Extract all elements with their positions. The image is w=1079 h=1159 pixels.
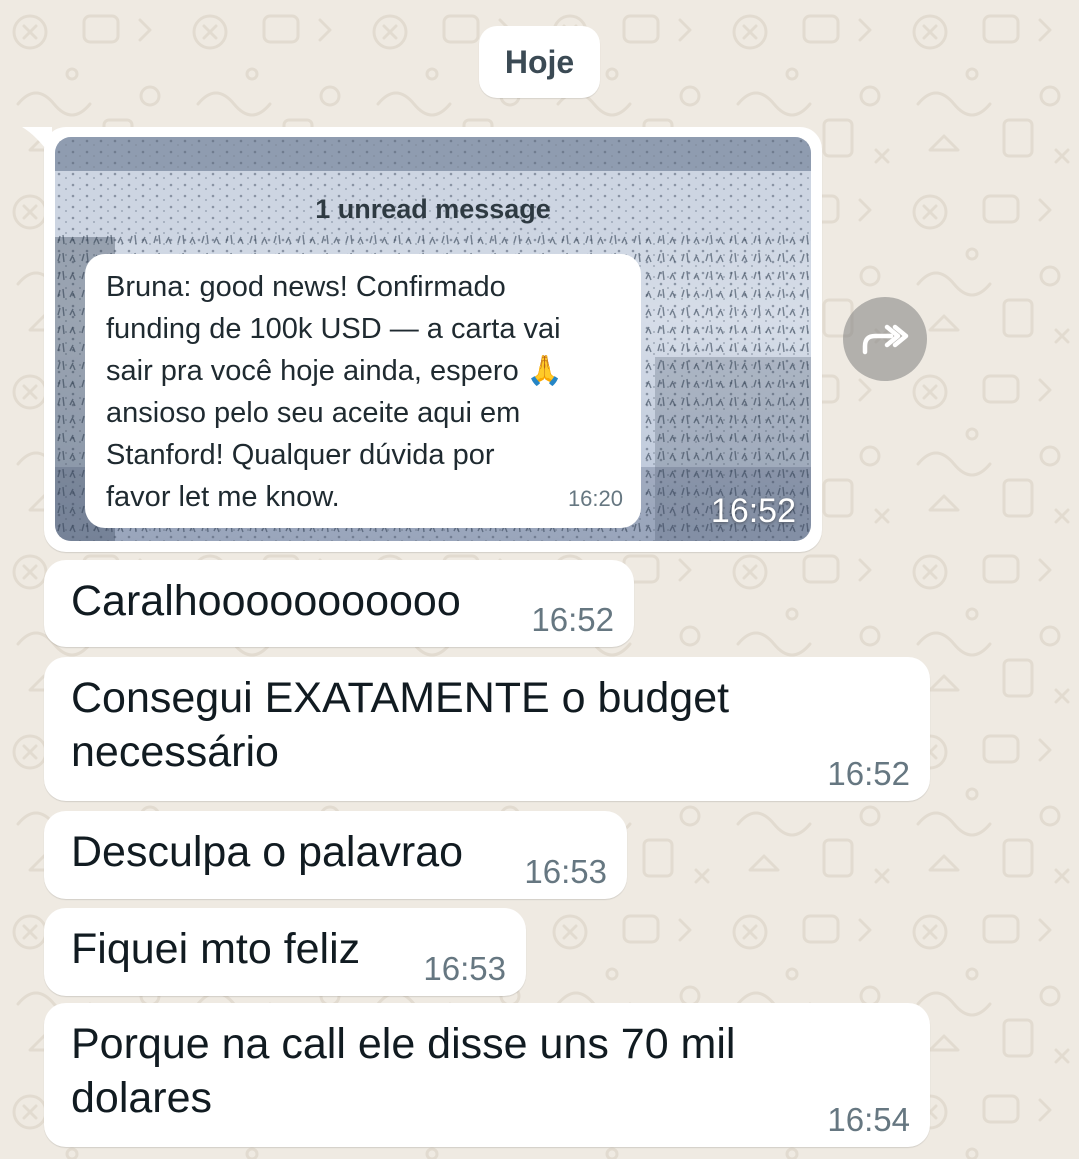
message-bubble[interactable]: Desculpa o palavrao 16:53 <box>44 811 627 899</box>
message-bubble[interactable]: Consegui EXATAMENTE o budget necessário … <box>44 657 930 801</box>
message-time: 16:53 <box>423 950 506 987</box>
message-bubble[interactable]: Porque na call ele disse uns 70 mil dola… <box>44 1003 930 1147</box>
message-text: Consegui EXATAMENTE o budget necessário <box>71 674 730 776</box>
message-text: Fiquei mto feliz <box>71 925 361 973</box>
message-time: 16:54 <box>827 1101 910 1138</box>
message-time: 16:52 <box>531 601 614 638</box>
quoted-message-time: 16:20 <box>567 486 623 511</box>
bubble-tail <box>22 127 52 157</box>
message-bubble[interactable]: Caralhooooooooooo 16:52 <box>44 560 634 647</box>
image-message[interactable]: 1 unread message Bruna: good news! Confi… <box>22 127 822 552</box>
message-text: Desculpa o palavrao <box>71 828 464 876</box>
forward-icon <box>862 324 909 355</box>
image-message-time: 16:52 <box>710 492 796 530</box>
quoted-message[interactable]: Bruna: good news! Confirmado funding de … <box>85 254 641 528</box>
message-time: 16:53 <box>524 853 607 890</box>
message-text: Caralhooooooooooo <box>71 577 461 625</box>
forward-button[interactable] <box>843 297 927 381</box>
message-text: Porque na call ele disse uns 70 mil dola… <box>71 1020 736 1122</box>
message-time: 16:52 <box>827 755 910 792</box>
unread-banner: 1 unread message <box>315 193 551 224</box>
message-bubble[interactable]: Fiquei mto feliz 16:53 <box>44 908 526 996</box>
quoted-message-text: Bruna: good news! Confirmado funding de … <box>106 271 563 513</box>
date-separator: Hoje <box>479 26 600 98</box>
snow-field-photo[interactable]: 1 unread message Bruna: good news! Confi… <box>55 137 811 541</box>
